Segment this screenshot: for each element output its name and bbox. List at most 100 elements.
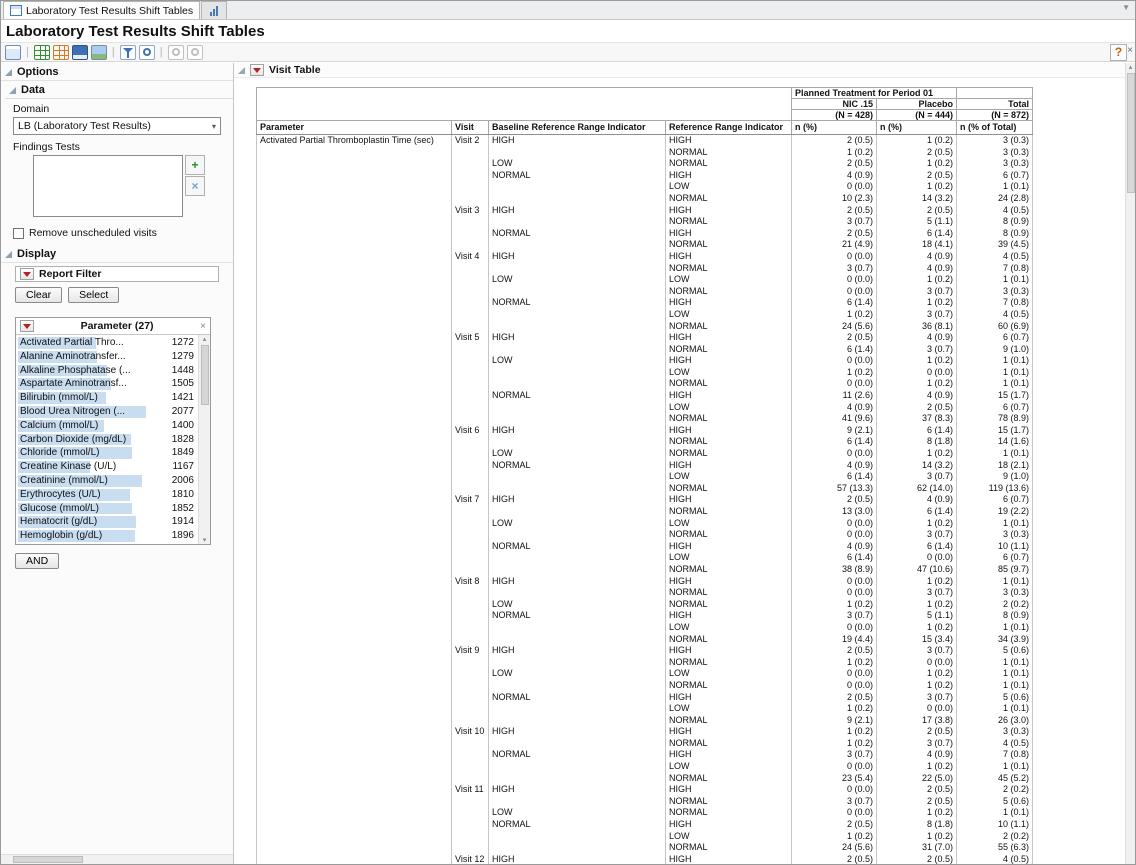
settings-icon[interactable] (139, 45, 155, 60)
table-row[interactable]: NORMALHIGH2 (0.5)3 (0.7)5 (0.6) (257, 692, 1033, 704)
options-collapse-icon[interactable] (5, 69, 12, 76)
data-filter-icon[interactable] (120, 45, 136, 60)
parameter-filter-item[interactable]: Carbon Dioxide (mg/dL)1828 (17, 433, 196, 447)
table-row[interactable]: LOWLOW0 (0.0)1 (0.2)1 (0.1) (257, 668, 1033, 680)
table-row[interactable]: LOWNORMAL2 (0.5)1 (0.2)3 (0.3) (257, 158, 1033, 170)
table-row[interactable]: Visit 9HIGHHIGH2 (0.5)3 (0.7)5 (0.6) (257, 645, 1033, 657)
table-row[interactable]: Visit 7HIGHHIGH2 (0.5)4 (0.9)6 (0.7) (257, 494, 1033, 506)
parameter-filter-item[interactable]: Bilirubin (mmol/L)1421 (17, 391, 196, 405)
table-row[interactable]: NORMAL9 (2.1)17 (3.8)26 (3.0) (257, 715, 1033, 727)
table-row[interactable]: LOWNORMAL1 (0.2)1 (0.2)2 (0.2) (257, 599, 1033, 611)
table-row[interactable]: Visit 11HIGHHIGH0 (0.0)2 (0.5)2 (0.2) (257, 784, 1033, 796)
table-row[interactable]: NORMALHIGH6 (1.4)1 (0.2)7 (0.8) (257, 297, 1033, 309)
close-icon[interactable]: × (1127, 45, 1133, 56)
table-row[interactable]: NORMALHIGH4 (0.9)2 (0.5)6 (0.7) (257, 170, 1033, 182)
table-row[interactable]: LOW0 (0.0)1 (0.2)1 (0.1) (257, 761, 1033, 773)
tab-chart-report[interactable] (201, 1, 227, 19)
table-row[interactable]: LOW1 (0.2)0 (0.0)1 (0.1) (257, 367, 1033, 379)
table-row[interactable]: NORMAL0 (0.0)3 (0.7)3 (0.3) (257, 529, 1033, 541)
parameter-filter-item[interactable]: Hematocrit (g/dL)1914 (17, 515, 196, 529)
data-collapse-icon[interactable] (9, 87, 16, 94)
clear-tests-button[interactable]: × (185, 176, 205, 196)
domain-dropdown[interactable]: LB (Laboratory Test Results) ▾ (13, 117, 221, 135)
clear-button[interactable]: Clear (15, 287, 62, 303)
scrollbar-thumb[interactable] (13, 856, 83, 863)
table-row[interactable]: LOWNORMAL0 (0.0)1 (0.2)1 (0.1) (257, 807, 1033, 819)
tab-shift-tables[interactable]: Laboratory Test Results Shift Tables (3, 1, 200, 19)
save-image-icon[interactable] (91, 45, 107, 60)
table-row[interactable]: NORMAL3 (0.7)4 (0.9)7 (0.8) (257, 263, 1033, 275)
save-script-icon[interactable] (72, 45, 88, 60)
table-row[interactable]: NORMALHIGH3 (0.7)5 (1.1)8 (0.9) (257, 610, 1033, 622)
table-row[interactable]: NORMAL1 (0.2)0 (0.0)1 (0.1) (257, 657, 1033, 669)
table-row[interactable]: NORMAL0 (0.0)1 (0.2)1 (0.1) (257, 680, 1033, 692)
filter-close-icon[interactable]: × (200, 321, 206, 332)
table-row[interactable]: LOW6 (1.4)3 (0.7)9 (1.0) (257, 471, 1033, 483)
table-row[interactable]: NORMAL24 (5.6)31 (7.0)55 (6.3) (257, 842, 1033, 854)
parameter-filter-item[interactable]: Glucose (mmol/L)1852 (17, 502, 196, 516)
table-row[interactable]: NORMAL19 (4.4)15 (3.4)34 (3.9) (257, 634, 1033, 646)
parameter-filter-item[interactable]: Activated Partial Thro...1272 (17, 336, 196, 350)
parameter-filter-item[interactable]: Creatine Kinase (U/L)1167 (17, 460, 196, 474)
report-filter-menu-icon[interactable] (20, 268, 34, 280)
parameter-filter-item[interactable]: Blood Urea Nitrogen (...2077 (17, 405, 196, 419)
table-row[interactable]: NORMALHIGH2 (0.5)6 (1.4)8 (0.9) (257, 228, 1033, 240)
table-row[interactable]: NORMALHIGH2 (0.5)8 (1.8)10 (1.1) (257, 819, 1033, 831)
table-row[interactable]: Activated Partial Thromboplastin Time (s… (257, 135, 1033, 147)
table-row[interactable]: NORMAL23 (5.4)22 (5.0)45 (5.2) (257, 773, 1033, 785)
parameter-filter-item[interactable]: Chloride (mmol/L)1849 (17, 446, 196, 460)
table-row[interactable]: NORMAL6 (1.4)8 (1.8)14 (1.6) (257, 436, 1033, 448)
table-row[interactable]: LOWNORMAL0 (0.0)1 (0.2)1 (0.1) (257, 448, 1033, 460)
table-row[interactable]: Visit 12HIGHHIGH2 (0.5)2 (0.5)4 (0.5) (257, 854, 1033, 864)
add-tests-button[interactable]: + (185, 155, 205, 175)
table-row[interactable]: NORMAL1 (0.2)2 (0.5)3 (0.3) (257, 147, 1033, 159)
table-row[interactable]: NORMAL0 (0.0)1 (0.2)1 (0.1) (257, 378, 1033, 390)
table-row[interactable]: LOWLOW0 (0.0)1 (0.2)1 (0.1) (257, 518, 1033, 530)
vertical-scrollbar[interactable]: ▴ (1125, 63, 1135, 864)
display-collapse-icon[interactable] (5, 251, 12, 258)
table-row[interactable]: NORMAL41 (9.6)37 (8.3)78 (8.9) (257, 413, 1033, 425)
table-row[interactable]: NORMAL10 (2.3)14 (3.2)24 (2.8) (257, 193, 1033, 205)
table-row[interactable]: NORMALHIGH11 (2.6)4 (0.9)15 (1.7) (257, 390, 1033, 402)
table-row[interactable]: Visit 6HIGHHIGH9 (2.1)6 (1.4)15 (1.7) (257, 425, 1033, 437)
parameter-filter-item[interactable]: Alanine Aminotransfer...1279 (17, 350, 196, 364)
table-row[interactable]: NORMAL13 (3.0)6 (1.4)19 (2.2) (257, 506, 1033, 518)
table-row[interactable]: NORMALHIGH4 (0.9)14 (3.2)18 (2.1) (257, 460, 1033, 472)
parameter-filter-item[interactable]: Creatinine (mmol/L)2006 (17, 474, 196, 488)
scroll-up-icon[interactable]: ▴ (203, 335, 207, 343)
parameter-filter-item[interactable]: Aspartate Aminotransf...1505 (17, 377, 196, 391)
table-row[interactable]: Visit 5HIGHHIGH2 (0.5)4 (0.9)6 (0.7) (257, 332, 1033, 344)
parameter-filter-menu-icon[interactable] (20, 320, 34, 332)
scrollbar-thumb[interactable] (201, 345, 209, 405)
table-row[interactable]: NORMALHIGH3 (0.7)4 (0.9)7 (0.8) (257, 749, 1033, 761)
parameter-filter-item[interactable]: Alkaline Phosphatase (...1448 (17, 364, 196, 378)
table-row[interactable]: NORMAL1 (0.2)3 (0.7)4 (0.5) (257, 738, 1033, 750)
table-row[interactable]: Visit 4HIGHHIGH0 (0.0)4 (0.9)4 (0.5) (257, 251, 1033, 263)
table-row[interactable]: NORMAL3 (0.7)5 (1.1)8 (0.9) (257, 216, 1033, 228)
visit-table-menu-icon[interactable] (250, 64, 264, 76)
remove-unscheduled-checkbox[interactable] (13, 228, 24, 239)
save-journal-icon[interactable] (53, 45, 69, 60)
parameter-filter-item[interactable]: Erythrocytes (U/L)1810 (17, 488, 196, 502)
table-row[interactable]: NORMAL57 (13.3)62 (14.0)119 (13.6) (257, 483, 1033, 495)
table-row[interactable]: LOWLOW0 (0.0)1 (0.2)1 (0.1) (257, 274, 1033, 286)
pin-icon[interactable]: ▼ (1122, 3, 1130, 13)
table-row[interactable]: Visit 3HIGHHIGH2 (0.5)2 (0.5)4 (0.5) (257, 205, 1033, 217)
parameter-filter-item[interactable]: Calcium (mmol/L)1400 (17, 419, 196, 433)
table-row[interactable]: NORMAL21 (4.9)18 (4.1)39 (4.5) (257, 239, 1033, 251)
save-excel-icon[interactable] (34, 45, 50, 60)
findings-tests-listbox[interactable] (33, 155, 183, 217)
table-row[interactable]: NORMAL3 (0.7)2 (0.5)5 (0.6) (257, 796, 1033, 808)
table-row[interactable]: NORMAL0 (0.0)3 (0.7)3 (0.3) (257, 286, 1033, 298)
table-row[interactable]: Visit 10HIGHHIGH1 (0.2)2 (0.5)3 (0.3) (257, 726, 1033, 738)
table-row[interactable]: NORMALHIGH4 (0.9)6 (1.4)10 (1.1) (257, 541, 1033, 553)
new-report-icon[interactable] (5, 45, 21, 60)
table-row[interactable]: LOW1 (0.2)3 (0.7)4 (0.5) (257, 309, 1033, 321)
select-button[interactable]: Select (68, 287, 119, 303)
table-row[interactable]: NORMAL6 (1.4)3 (0.7)9 (1.0) (257, 344, 1033, 356)
table-row[interactable]: LOWHIGH0 (0.0)1 (0.2)1 (0.1) (257, 355, 1033, 367)
visit-table-collapse-icon[interactable] (238, 67, 245, 74)
scrollbar-thumb[interactable] (1127, 73, 1135, 193)
table-row[interactable]: LOW1 (0.2)1 (0.2)2 (0.2) (257, 831, 1033, 843)
table-row[interactable]: NORMAL38 (8.9)47 (10.6)85 (9.7) (257, 564, 1033, 576)
